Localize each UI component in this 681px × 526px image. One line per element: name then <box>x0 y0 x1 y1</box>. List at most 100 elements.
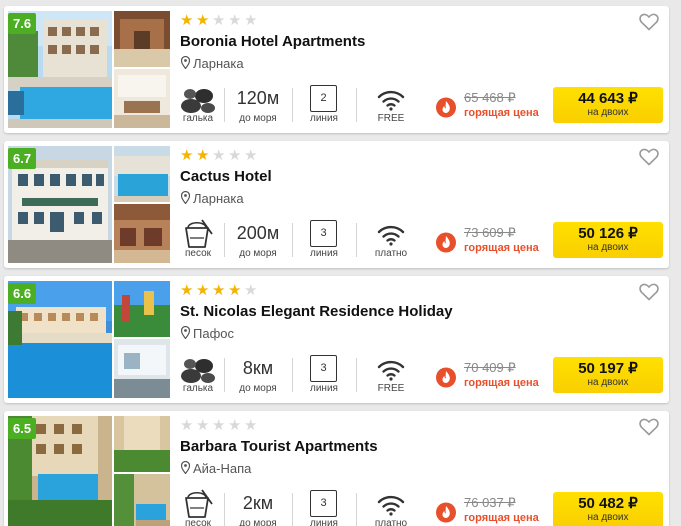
distance-value: 200м <box>236 223 280 243</box>
wifi-icon <box>377 225 405 246</box>
star-icon: ★ <box>180 147 194 164</box>
location-pin-icon <box>181 191 190 204</box>
location-pin-icon <box>181 461 190 474</box>
price-value: 50 482 ₽ <box>578 495 638 512</box>
hotel-location: Пафос <box>181 326 234 341</box>
star-icon: ★ <box>244 417 258 434</box>
pebbles-icon <box>181 359 215 383</box>
star-icon: ★ <box>212 417 226 434</box>
star-icon: ★ <box>228 417 242 434</box>
beach-line-badge: 2 <box>310 85 337 112</box>
beach-line-badge: 3 <box>310 490 337 517</box>
hotel-photo-thumb[interactable] <box>114 146 170 202</box>
hotel-card[interactable]: 7.6 ★ ★ ★ ★ ★ Boronia Hotel Apartments Л… <box>4 6 669 133</box>
divider <box>292 223 293 257</box>
hotel-location: Айа-Напа <box>181 461 251 476</box>
location-label: Айа-Напа <box>193 461 252 476</box>
beach-line-label: линия <box>310 518 338 526</box>
sand-bucket-icon <box>185 489 213 518</box>
old-price: 65 468 ₽ <box>464 90 516 105</box>
hotel-photo-thumb[interactable] <box>114 416 170 472</box>
star-icon: ★ <box>196 282 210 299</box>
beach-type-label: песок <box>184 518 212 526</box>
star-icon: ★ <box>196 417 210 434</box>
beach-type-label: галька <box>182 383 214 394</box>
divider <box>356 88 357 122</box>
fire-icon <box>436 232 456 253</box>
hotel-location: Ларнака <box>181 191 244 206</box>
star-icon: ★ <box>180 282 194 299</box>
heart-icon[interactable] <box>639 148 659 166</box>
fire-icon <box>436 502 456 523</box>
hotel-name[interactable]: Barbara Tourist Apartments <box>180 438 378 455</box>
star-icon: ★ <box>180 12 194 29</box>
old-price: 73 609 ₽ <box>464 225 516 240</box>
star-icon: ★ <box>196 147 210 164</box>
star-icon: ★ <box>212 147 226 164</box>
distance-label: до моря <box>239 518 277 526</box>
price-button[interactable]: 50 126 ₽ на двоих <box>553 222 663 258</box>
hotel-photo-thumb[interactable] <box>114 69 170 128</box>
hotel-photo-thumb[interactable] <box>114 204 170 263</box>
sand-bucket-icon <box>185 219 213 248</box>
location-label: Пафос <box>193 326 234 341</box>
star-icon: ★ <box>228 147 242 164</box>
heart-icon[interactable] <box>639 418 659 436</box>
price-button[interactable]: 50 482 ₽ на двоих <box>553 492 663 526</box>
price-value: 50 126 ₽ <box>578 225 638 242</box>
beach-type-label: песок <box>184 248 212 259</box>
old-price: 70 409 ₽ <box>464 360 516 375</box>
hotel-card[interactable]: 6.6 ★ ★ ★ ★ ★ St. Nicolas Elegant Reside… <box>4 276 669 403</box>
location-pin-icon <box>181 56 190 69</box>
hotel-photo-thumb[interactable] <box>114 474 170 526</box>
divider <box>356 358 357 392</box>
hotel-name[interactable]: St. Nicolas Elegant Residence Holiday <box>180 303 453 320</box>
hotel-location: Ларнака <box>181 56 244 71</box>
beach-line-label: линия <box>310 113 338 124</box>
distance-value: 2км <box>242 493 274 513</box>
hotel-card[interactable]: 6.5 ★ ★ ★ ★ ★ Barbara Tourist Apartments… <box>4 411 669 526</box>
star-icon: ★ <box>244 12 258 29</box>
price-value: 44 643 ₽ <box>578 90 638 107</box>
rating-badge: 6.5 <box>8 418 37 439</box>
divider <box>356 493 357 526</box>
star-icon: ★ <box>228 12 242 29</box>
heart-icon[interactable] <box>639 283 659 301</box>
distance-label: до моря <box>239 113 277 124</box>
divider <box>292 493 293 526</box>
rating-badge: 7.6 <box>8 13 37 34</box>
heart-icon[interactable] <box>639 13 659 31</box>
hotel-name[interactable]: Boronia Hotel Apartments <box>180 33 365 50</box>
rating-badge: 6.6 <box>8 283 37 304</box>
hotel-photo-thumb[interactable] <box>114 11 170 67</box>
hotel-photo-thumb[interactable] <box>114 281 170 337</box>
divider <box>224 88 225 122</box>
hotel-name[interactable]: Cactus Hotel <box>180 168 272 185</box>
star-icon: ★ <box>196 12 210 29</box>
rating-badge: 6.7 <box>8 148 37 169</box>
hotel-card[interactable]: 6.7 ★ ★ ★ ★ ★ Cactus Hotel Ларнака песок… <box>4 141 669 268</box>
star-icon: ★ <box>244 282 258 299</box>
wifi-label: FREE <box>377 383 405 394</box>
wifi-label: платно <box>374 248 408 259</box>
hot-deal-label: горящая цена <box>464 107 539 119</box>
beach-line-badge: 3 <box>310 220 337 247</box>
price-button[interactable]: 50 197 ₽ на двоих <box>553 357 663 393</box>
distance-value: 120м <box>236 88 280 108</box>
price-button[interactable]: 44 643 ₽ на двоих <box>553 87 663 123</box>
location-label: Ларнака <box>193 56 244 71</box>
price-subtitle: на двоих <box>587 512 629 523</box>
price-subtitle: на двоих <box>587 242 629 253</box>
wifi-icon <box>377 495 405 516</box>
star-icon: ★ <box>180 417 194 434</box>
beach-line-badge: 3 <box>310 355 337 382</box>
hot-deal-label: горящая цена <box>464 377 539 389</box>
fire-icon <box>436 367 456 388</box>
beach-line-label: линия <box>310 383 338 394</box>
hotel-photo-thumb[interactable] <box>114 339 170 398</box>
pebbles-icon <box>181 89 215 113</box>
star-icon: ★ <box>212 282 226 299</box>
distance-label: до моря <box>239 248 277 259</box>
fire-icon <box>436 97 456 118</box>
divider <box>224 223 225 257</box>
